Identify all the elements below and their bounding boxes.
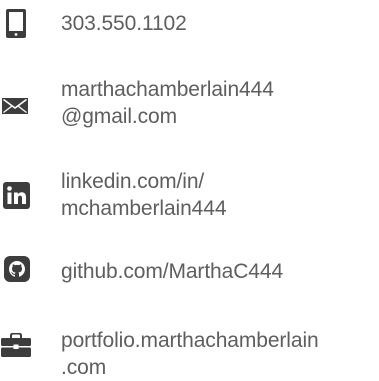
- github-line-1: github.com/MarthaC444: [61, 260, 284, 283]
- phone-line-1: 303.550.1102: [61, 12, 187, 35]
- linkedin-url[interactable]: linkedin.com/in/ mchamberlain444: [61, 168, 227, 222]
- phone-number[interactable]: 303.550.1102: [61, 10, 187, 37]
- github-url[interactable]: github.com/MarthaC444: [61, 258, 283, 285]
- email-address[interactable]: marthachamberlain444 @gmail.com: [61, 76, 274, 130]
- linkedin-line-1: linkedin.com/in/: [61, 170, 205, 193]
- portfolio-line-1: portfolio.marthachamberlain: [61, 329, 319, 352]
- github-icon: [4, 256, 30, 282]
- email-line-1: marthachamberlain444: [61, 78, 274, 101]
- linkedin-line-2: mchamberlain444: [61, 197, 227, 220]
- email-line-2: @gmail.com: [61, 105, 178, 128]
- phone-icon: [6, 9, 26, 38]
- linkedin-icon: [3, 182, 30, 209]
- portfolio-line-2: .com: [61, 356, 107, 379]
- contact-list: 303.550.1102 marthachamberlain444 @gmail…: [0, 0, 379, 381]
- portfolio-url[interactable]: portfolio.marthachamberlain .com: [61, 327, 319, 381]
- envelope-icon: [2, 98, 28, 114]
- briefcase-icon: [1, 333, 31, 357]
